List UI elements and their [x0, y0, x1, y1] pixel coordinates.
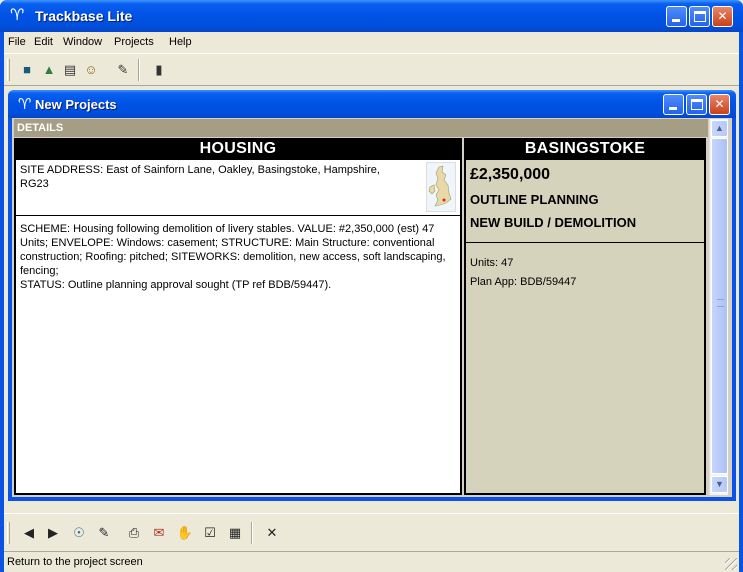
- status-bar: Return to the project screen: [4, 551, 739, 572]
- menu-window[interactable]: Window: [63, 36, 102, 48]
- town-heading: BASINGSTOKE: [464, 138, 706, 160]
- calendar-icon[interactable]: ▤: [61, 61, 79, 79]
- planning-stage: OUTLINE PLANNING: [470, 192, 599, 207]
- exit-door-icon[interactable]: ▮: [150, 61, 168, 79]
- units-count: Units: 47: [470, 257, 514, 269]
- edit-pen-icon[interactable]: ✎: [95, 524, 113, 542]
- menu-projects[interactable]: Projects: [114, 36, 154, 48]
- summary-bottom: Units: 47 Plan App: BDB/59447: [466, 243, 704, 493]
- menu-help[interactable]: Help: [169, 36, 192, 48]
- project-type: NEW BUILD / DEMOLITION: [470, 215, 637, 230]
- toolbar2-separator: [251, 522, 253, 544]
- scroll-thumb[interactable]: [711, 138, 728, 474]
- menu-file[interactable]: File: [8, 36, 26, 48]
- project-details-area: DETAILS HOUSING SITE ADDRESS: East of Sa…: [12, 118, 732, 497]
- navigation-toolbar: ◀ ▶ ☉ ✎ ⎙ ✉ ✋ ☑ ▦ ✕: [4, 513, 739, 549]
- minimize-button[interactable]: [666, 6, 687, 27]
- status-text: Return to the project screen: [7, 556, 143, 568]
- child-maximize-button[interactable]: [686, 94, 707, 115]
- search-people-icon[interactable]: ☺: [82, 61, 100, 79]
- uk-map-icon[interactable]: [426, 162, 456, 212]
- vertical-scrollbar[interactable]: ▲ ▼: [709, 119, 728, 495]
- notes-icon[interactable]: ☑: [201, 524, 219, 542]
- close-x-icon[interactable]: ✕: [263, 524, 281, 542]
- child-close-button[interactable]: ✕: [709, 94, 730, 115]
- new-projects-icon[interactable]: ▲: [40, 61, 58, 79]
- child-window-title: New Projects: [35, 97, 117, 112]
- maximize-button[interactable]: [689, 6, 710, 27]
- scroll-down-button[interactable]: ▼: [711, 476, 728, 493]
- new-projects-window: ♈ New Projects ✕ DETAILS HOUSING SITE AD…: [8, 90, 736, 501]
- next-arrow-icon[interactable]: ▶: [44, 524, 62, 542]
- project-summary-panel: BASINGSTOKE £2,350,000 OUTLINE PLANNING …: [464, 138, 706, 495]
- category-heading: HOUSING: [14, 138, 462, 160]
- app-client-area: File Edit Window Projects Help ■ ▲ ▤ ☺ ✎…: [4, 32, 739, 572]
- prev-arrow-icon[interactable]: ◀: [20, 524, 38, 542]
- resize-grip[interactable]: [725, 558, 737, 570]
- summary-top: £2,350,000 OUTLINE PLANNING NEW BUILD / …: [466, 160, 704, 242]
- contacts-hands-icon[interactable]: ✋: [176, 524, 194, 542]
- site-address-text: SITE ADDRESS: East of Sainforn Lane, Oak…: [20, 164, 380, 190]
- scroll-up-button[interactable]: ▲: [711, 120, 728, 137]
- scheme-description-box: SCHEME: Housing following demolition of …: [16, 216, 460, 493]
- scheme-text: SCHEME: Housing following demolition of …: [20, 223, 446, 291]
- menu-bar: File Edit Window Projects Help: [4, 32, 739, 52]
- print-icon[interactable]: ⎙: [125, 524, 143, 542]
- app-icon: ♈: [10, 7, 25, 24]
- site-address-box: SITE ADDRESS: East of Sainforn Lane, Oak…: [16, 160, 460, 215]
- fax-icon[interactable]: ✉: [150, 524, 168, 542]
- title-bar[interactable]: ♈ Trackbase Lite ✕: [0, 0, 743, 32]
- pen-icon[interactable]: ✎: [114, 61, 132, 79]
- toolbar-grip[interactable]: [7, 59, 10, 81]
- close-button[interactable]: ✕: [712, 6, 733, 27]
- menu-edit[interactable]: Edit: [34, 36, 53, 48]
- plan-app-ref: Plan App: BDB/59447: [470, 276, 577, 288]
- grid-icon[interactable]: ▦: [226, 524, 244, 542]
- child-title-bar[interactable]: ♈ New Projects ✕: [8, 90, 736, 118]
- toolbar-separator: [138, 59, 140, 81]
- toolbar2-grip[interactable]: [7, 522, 10, 544]
- main-toolbar: ■ ▲ ▤ ☺ ✎ ▮: [4, 53, 739, 86]
- child-minimize-button[interactable]: [663, 94, 684, 115]
- open-projects-icon[interactable]: ■: [18, 61, 36, 79]
- project-description-panel: HOUSING SITE ADDRESS: East of Sainforn L…: [14, 138, 462, 495]
- window-title: Trackbase Lite: [35, 8, 133, 24]
- project-value: £2,350,000: [470, 166, 551, 183]
- main-window: ♈ Trackbase Lite ✕ File Edit Window Proj…: [0, 0, 743, 572]
- find-icon[interactable]: ☉: [70, 524, 88, 542]
- details-section-header: DETAILS: [14, 119, 708, 137]
- child-app-icon: ♈: [18, 96, 32, 113]
